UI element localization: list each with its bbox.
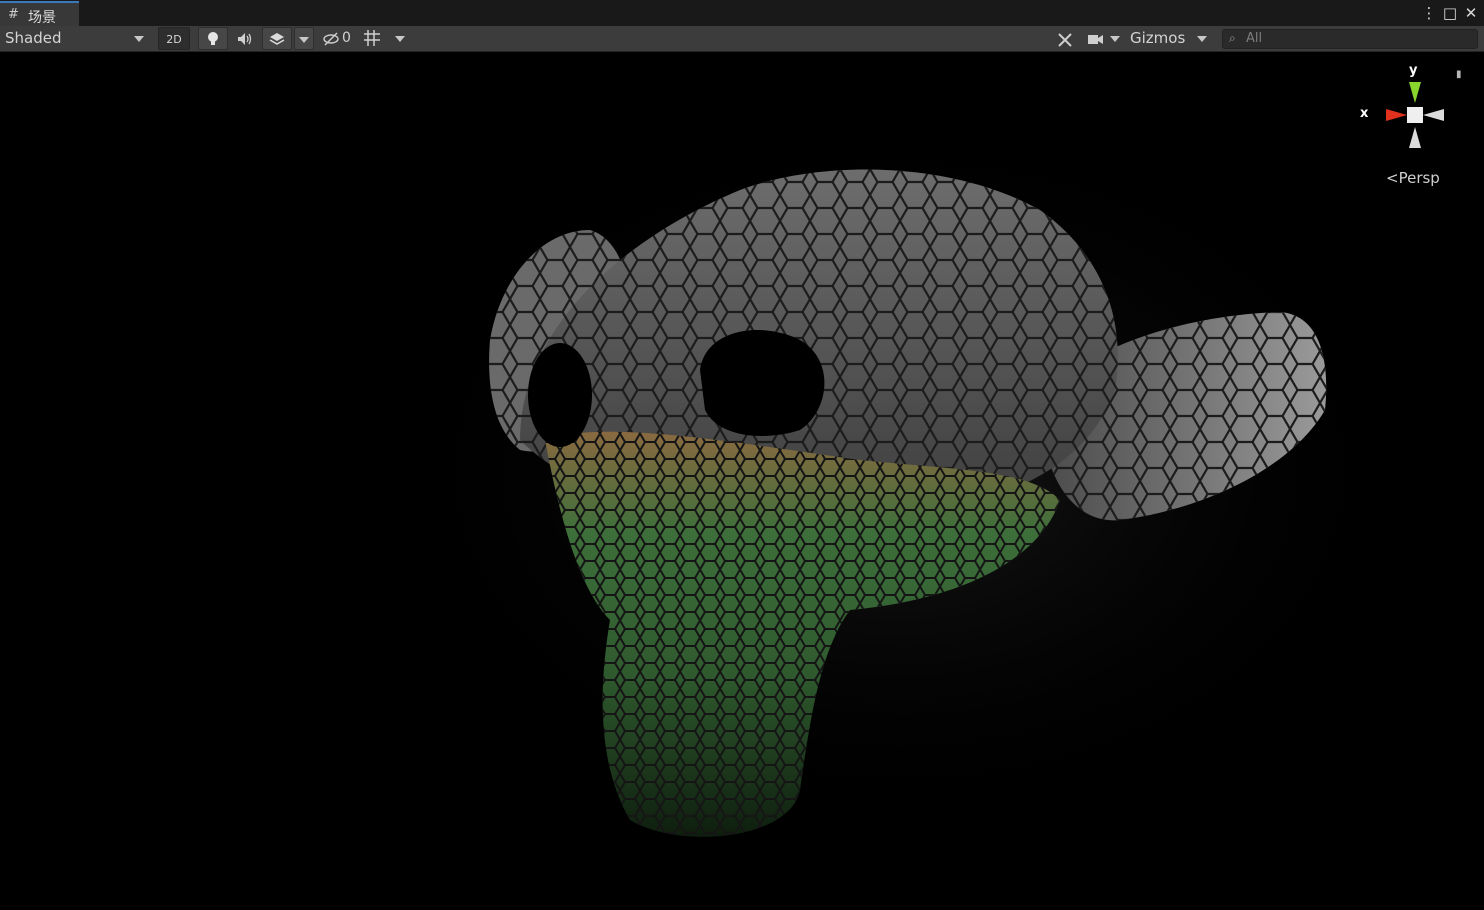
shading-mode-dropdown[interactable]: Shaded — [0, 27, 152, 50]
chevron-down-icon — [299, 37, 309, 43]
hidden-count-label: 0 — [342, 30, 351, 46]
search-placeholder: All — [1246, 31, 1263, 46]
audio-toggle-button[interactable] — [230, 27, 260, 50]
search-input[interactable]: ⌕ All — [1222, 29, 1478, 49]
speaker-icon — [238, 33, 252, 45]
projection-toggle[interactable]: <Persp — [1386, 169, 1440, 187]
scene-toolbar: Shaded 2D 0 Gizmos ⌕ All — [0, 26, 1484, 52]
lightbulb-icon — [208, 32, 218, 45]
effects-toggle-button[interactable] — [262, 27, 292, 50]
lock-icon[interactable]: ▮ — [1456, 69, 1462, 80]
hidden-objects-toggle[interactable]: 0 — [320, 27, 356, 50]
close-icon[interactable]: ✕ — [1462, 3, 1480, 23]
effects-dropdown-button[interactable] — [294, 27, 314, 50]
tools-crossed-icon — [1058, 33, 1072, 47]
monkey-head-mesh — [380, 110, 1420, 837]
toggle-2d-button[interactable]: 2D — [158, 27, 190, 50]
camera-icon — [1088, 35, 1103, 44]
grid-dropdown-button[interactable] — [390, 27, 408, 50]
chevron-down-icon — [1197, 36, 1207, 42]
gizmos-dropdown[interactable]: Gizmos — [1126, 27, 1216, 50]
grid-icon: # — [8, 7, 19, 22]
x-axis-label: x — [1360, 106, 1369, 121]
y-axis-label: y — [1409, 63, 1418, 78]
projection-label: Persp — [1398, 169, 1440, 187]
grid-snap-icon — [364, 30, 380, 46]
kebab-menu-icon[interactable]: ⋮ — [1420, 3, 1438, 23]
search-icon: ⌕ — [1229, 31, 1236, 45]
camera-settings-dropdown[interactable] — [1084, 27, 1124, 50]
chevron-down-icon — [134, 36, 144, 42]
grid-toggle-button[interactable] — [360, 27, 386, 50]
chevron-down-icon — [1110, 36, 1120, 42]
persp-chevron-icon: < — [1386, 169, 1399, 187]
window-tab-bar: # 场景 ⋮ □ ✕ — [0, 0, 1484, 26]
layers-effects-icon — [269, 33, 285, 45]
scene-tab[interactable]: # 场景 — [0, 1, 79, 26]
maximize-icon[interactable]: □ — [1441, 3, 1459, 23]
hidden-eye-icon — [323, 32, 339, 46]
gizmos-label: Gizmos — [1130, 29, 1186, 47]
shading-mode-label: Shaded — [5, 29, 62, 47]
lighting-toggle-button[interactable] — [198, 27, 228, 50]
scene-tab-label: 场景 — [28, 10, 56, 26]
chevron-down-icon — [395, 36, 405, 42]
tools-toggle-button[interactable] — [1052, 27, 1078, 50]
scene-viewport[interactable]: y x ▮ <Persp — [0, 52, 1484, 910]
